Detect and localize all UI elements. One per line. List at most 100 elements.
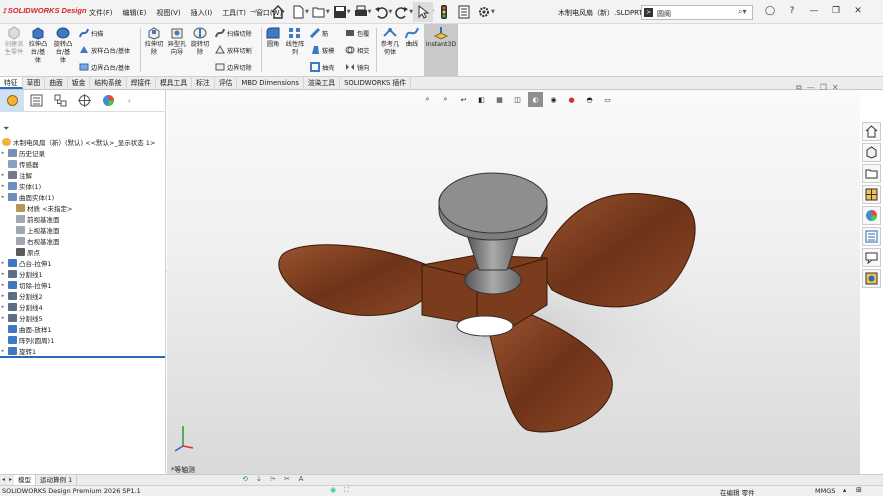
extrude-boss-button[interactable]: 拉伸凸 台/基 体 <box>27 26 49 65</box>
tree-root[interactable]: 木制电风扇（新）(默认) <<默认>_显示状态 1> <box>0 136 166 147</box>
new-button[interactable] <box>288 2 308 22</box>
minimize-button[interactable]: — <box>806 3 822 19</box>
boundary-cut-button[interactable]: 边界切除 <box>215 62 252 72</box>
user-icon[interactable]: ◯ <box>762 3 778 19</box>
tree-item[interactable]: ▸ 注解 <box>0 169 166 180</box>
home-button[interactable] <box>268 2 288 22</box>
tab-mbd-dimensions[interactable]: MBD Dimensions <box>237 77 304 89</box>
extrude-cut-button[interactable]: 拉伸切 除 <box>143 26 165 57</box>
expand-arrow-icon[interactable]: ▸ <box>0 293 6 299</box>
menu-edit[interactable]: 编辑(E) <box>118 8 152 18</box>
tab-markup[interactable]: 标注 <box>192 77 215 89</box>
tree-item[interactable]: 阵列(圆周)1 <box>0 334 166 345</box>
tree-item[interactable]: 右视基准面 <box>0 235 166 246</box>
zoom-to-fit-button[interactable]: ⌕ <box>420 92 435 107</box>
traffic-light-button[interactable] <box>434 2 454 22</box>
dynamic-annotation-button[interactable]: ▦ <box>492 92 507 107</box>
revolve-cut-button[interactable]: 旋转切 除 <box>189 26 211 57</box>
tree-item[interactable]: ▸ 实体(1) <box>0 180 166 191</box>
expand-arrow-icon[interactable]: ▸ <box>0 260 6 266</box>
open-button[interactable] <box>309 2 329 22</box>
tab-evaluate[interactable]: 评估 <box>215 77 238 89</box>
revolve-boss-button[interactable]: 旋转凸 台/基 体 <box>51 26 75 65</box>
intersect-button[interactable]: 相交 <box>345 45 369 55</box>
file-properties-button[interactable] <box>454 2 474 22</box>
sketch-icon[interactable]: ⟲ <box>240 475 250 484</box>
menu-insert[interactable]: 插入(I) <box>186 8 218 18</box>
redo-button[interactable] <box>392 2 412 22</box>
configurationmanager-tab[interactable] <box>48 90 72 112</box>
text-icon[interactable]: A <box>296 475 306 484</box>
tree-item[interactable]: 上视基准面 <box>0 224 166 235</box>
units-chevron-icon[interactable]: ▴ <box>843 486 846 494</box>
tree-item[interactable]: ▸ 分割线5 <box>0 312 166 323</box>
sweep-button[interactable]: 扫描 <box>79 28 103 38</box>
displaymanager-tab[interactable] <box>96 90 120 112</box>
tree-item[interactable]: ▸ 分割线2 <box>0 290 166 301</box>
boundary-boss-button[interactable]: 边界凸台/基体 <box>79 62 130 72</box>
loft-cut-button[interactable]: 放样切割 <box>215 45 252 55</box>
hole-wizard-button[interactable]: 异型孔 向导 <box>166 26 188 57</box>
tab-features[interactable]: 特征 <box>0 77 23 89</box>
solidworks-resources-tab[interactable] <box>862 122 881 141</box>
loft-boss-button[interactable]: 放样凸台/基体 <box>79 45 130 55</box>
rebuild-status-icon[interactable]: ◉ <box>330 486 336 494</box>
zoom-to-area-button[interactable]: ⌕ <box>438 92 453 107</box>
featuremanager-tab[interactable] <box>0 89 24 112</box>
app-logo[interactable]: ⟟ SOLIDWORKS Design <box>3 6 87 16</box>
save-button[interactable] <box>330 2 350 22</box>
tree-item[interactable]: 曲面-放样1 <box>0 323 166 334</box>
mirror-button[interactable]: 镜向 <box>345 62 369 72</box>
select-button[interactable] <box>413 2 434 22</box>
grid-options-icon[interactable]: ⊞ <box>856 486 862 494</box>
tree-item[interactable]: ▸ 分割线1 <box>0 268 166 279</box>
tree-item[interactable]: ▸ 凸台-拉伸1 <box>0 257 166 268</box>
instant3d-button[interactable]: Instant3D <box>424 24 458 76</box>
tree-item[interactable]: 材质 <未指定> <box>0 202 166 213</box>
previous-view-button[interactable]: ↩ <box>456 92 471 107</box>
expand-arrow-icon[interactable]: ▸ <box>0 348 6 354</box>
close-button[interactable]: ✕ <box>850 3 866 19</box>
pin-icon[interactable]: ⊸ <box>250 7 257 16</box>
design-library-tab[interactable] <box>862 143 881 162</box>
tree-item[interactable]: 原点 <box>0 246 166 257</box>
print-button[interactable] <box>351 2 371 22</box>
tree-item[interactable]: 传感器 <box>0 158 166 169</box>
display-style-button[interactable]: ◐ <box>528 92 543 107</box>
send-icon[interactable]: ⌲ <box>268 475 278 484</box>
expand-arrow-icon[interactable]: ▸ <box>0 194 6 200</box>
expand-arrow-icon[interactable]: ▸ <box>0 271 6 277</box>
search-icon[interactable]: ⌕▾ <box>738 7 747 17</box>
hide-show-items-button[interactable]: ◉ <box>546 92 561 107</box>
linear-pattern-button[interactable]: 线性阵 列 <box>284 26 306 57</box>
expand-arrow-icon[interactable]: ▸ <box>0 183 6 189</box>
viewport-restore-icon[interactable]: ❐ <box>820 83 827 93</box>
dimxpert-tab[interactable] <box>72 90 96 112</box>
tree-item[interactable]: ▸ 旋转1 <box>0 345 166 356</box>
undo-button[interactable] <box>371 2 391 22</box>
tree-item[interactable]: ▸ 曲面实体(1) <box>0 191 166 202</box>
reference-geometry-button[interactable]: 参考几 何体 <box>379 26 401 57</box>
expand-arrow-icon[interactable]: ▸ <box>0 282 6 288</box>
tab-model[interactable]: 模型 <box>14 475 37 485</box>
custom-properties-tab[interactable] <box>862 227 881 246</box>
tab-surfaces[interactable]: 曲面 <box>45 77 68 89</box>
fillet-button[interactable]: 圆角 <box>264 26 282 49</box>
tab-motion-study[interactable]: 运动算例 1 <box>36 475 78 485</box>
propertymanager-tab[interactable] <box>24 90 48 112</box>
fullscreen-icon[interactable]: ⛶ <box>344 486 349 495</box>
expand-arrow-icon[interactable]: ▸ <box>0 315 6 321</box>
tab-scroll-right-icon[interactable]: ▸ <box>7 475 14 485</box>
restore-button[interactable]: ❐ <box>828 3 844 19</box>
appearances-tab[interactable] <box>862 206 881 225</box>
trim-icon[interactable]: ✂ <box>282 475 292 484</box>
viewport-close-icon[interactable]: ✕ <box>832 83 839 93</box>
expand-arrow-icon[interactable]: ▸ <box>0 304 6 310</box>
filter-icon[interactable]: ⏷ <box>3 124 9 134</box>
rib-button[interactable]: 筋 <box>310 28 328 38</box>
view-orientation-button[interactable]: ◫ <box>510 92 525 107</box>
smart-dimension-icon[interactable]: ⇣ <box>254 475 264 484</box>
section-view-button[interactable]: ◧ <box>474 92 489 107</box>
edit-appearance-button[interactable]: ● <box>564 92 579 107</box>
menu-file[interactable]: 文件(F) <box>84 8 118 18</box>
